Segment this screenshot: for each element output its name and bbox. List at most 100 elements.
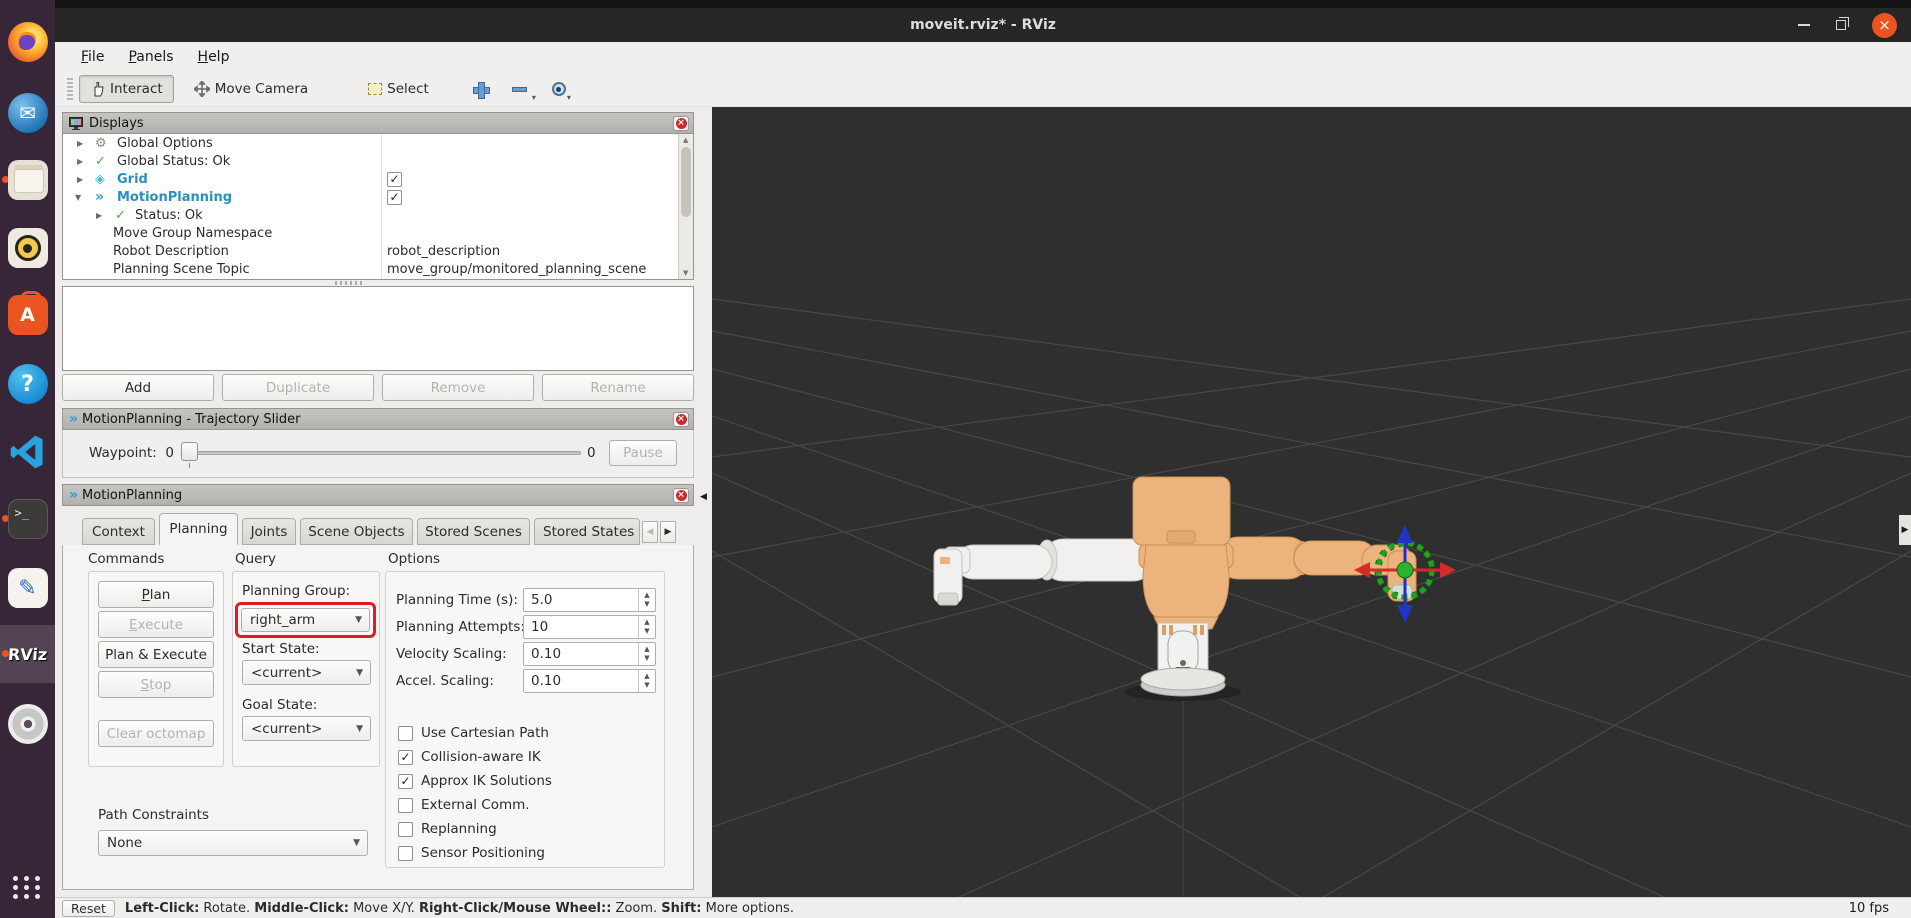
- expander-icon[interactable]: ▼: [75, 193, 81, 202]
- scroll-up-icon[interactable]: ▲: [683, 136, 688, 144]
- tab-scroll-left[interactable]: ◀: [642, 521, 658, 543]
- dock-vscode[interactable]: [0, 426, 55, 478]
- accel-scaling-spinbox[interactable]: 0.10 ▲▼: [523, 669, 656, 693]
- tree-row-grid[interactable]: ▶ ◈ Grid ✓: [63, 170, 693, 188]
- collision-aware-ik-option[interactable]: ✓ Collision-aware IK: [398, 749, 541, 765]
- tab-planning[interactable]: Planning: [159, 513, 238, 545]
- spinner-arrows-icon[interactable]: ▲▼: [638, 643, 655, 665]
- replanning-option[interactable]: Replanning: [398, 821, 497, 837]
- dock-help[interactable]: ?: [0, 358, 55, 410]
- tab-joints[interactable]: Joints: [242, 518, 296, 545]
- motionplanning-panel-header[interactable]: » MotionPlanning: [62, 484, 694, 506]
- sensor-positioning-option[interactable]: Sensor Positioning: [398, 845, 545, 861]
- approx-ik-solutions-option[interactable]: ✓ Approx IK Solutions: [398, 773, 552, 789]
- spinner-arrows-icon[interactable]: ▲▼: [638, 589, 655, 611]
- tree-row-motionplanning[interactable]: ▼ » MotionPlanning ✓: [63, 188, 693, 206]
- planning-group-dropdown[interactable]: right_arm ▼: [241, 608, 370, 632]
- dock-text-editor[interactable]: ✎: [0, 562, 55, 614]
- 3d-viewport[interactable]: [712, 107, 1911, 897]
- minimize-button[interactable]: [1798, 24, 1810, 26]
- expander-icon[interactable]: ▶: [77, 157, 83, 166]
- plan-button[interactable]: Plan: [98, 581, 214, 608]
- trajectory-slider-track[interactable]: [181, 451, 581, 455]
- remove-tool-caret-icon[interactable]: ▾: [532, 93, 536, 102]
- expander-icon[interactable]: ▶: [77, 139, 83, 148]
- dock-rhythmbox[interactable]: [0, 222, 55, 274]
- menu-help[interactable]: Help: [186, 45, 242, 69]
- tab-scene-objects[interactable]: Scene Objects: [300, 518, 413, 545]
- grid-enabled-checkbox[interactable]: ✓: [387, 172, 402, 187]
- focus-tool-caret-icon[interactable]: ▾: [567, 93, 571, 102]
- tab-scroll-right[interactable]: ▶: [660, 521, 676, 543]
- dock-firefox[interactable]: [0, 16, 55, 68]
- external-comm-option[interactable]: External Comm.: [398, 797, 530, 813]
- remove-tool-button[interactable]: [512, 87, 527, 92]
- dock-files[interactable]: [0, 154, 55, 206]
- restore-button[interactable]: [1836, 20, 1846, 30]
- reset-button[interactable]: Reset: [62, 900, 115, 917]
- tree-row-global-status[interactable]: ▶ ✓ Global Status: Ok: [63, 152, 693, 170]
- motionplanning-close-button[interactable]: [673, 488, 689, 503]
- scroll-down-icon[interactable]: ▼: [683, 269, 688, 277]
- clear-octomap-button[interactable]: Clear octomap: [98, 720, 214, 747]
- plan-and-execute-button[interactable]: Plan & Execute: [98, 641, 214, 668]
- displays-close-button[interactable]: [673, 116, 689, 131]
- approx-ik-solutions-checkbox[interactable]: ✓: [398, 774, 413, 789]
- tree-value[interactable]: move_group/monitored_planning_scene: [387, 262, 646, 277]
- pause-button[interactable]: Pause: [609, 440, 677, 466]
- panel-splitter[interactable]: [335, 281, 365, 285]
- planning-attempts-spinbox[interactable]: 10 ▲▼: [523, 615, 656, 639]
- close-button[interactable]: ×: [1872, 13, 1897, 38]
- planning-time-spinbox[interactable]: 5.0 ▲▼: [523, 588, 656, 612]
- interact-tool[interactable]: Interact: [79, 75, 174, 103]
- use-cartesian-path-checkbox[interactable]: [398, 726, 413, 741]
- dock-thunderbird[interactable]: ✉: [0, 87, 55, 139]
- move-camera-tool[interactable]: Move Camera: [184, 75, 318, 103]
- trajectory-panel-header[interactable]: » MotionPlanning - Trajectory Slider: [62, 408, 694, 430]
- replanning-checkbox[interactable]: [398, 822, 413, 837]
- panel-collapse-arrow-left[interactable]: ◀: [700, 488, 712, 506]
- interactive-marker[interactable]: [1354, 525, 1456, 623]
- rename-button[interactable]: Rename: [542, 374, 694, 401]
- add-button[interactable]: Add: [62, 374, 214, 401]
- path-constraints-dropdown[interactable]: None ▼: [98, 830, 368, 856]
- dock-terminal[interactable]: >_: [0, 493, 55, 545]
- expander-icon[interactable]: ▶: [77, 175, 83, 184]
- velocity-scaling-spinbox[interactable]: 0.10 ▲▼: [523, 642, 656, 666]
- select-tool[interactable]: Select: [358, 75, 439, 103]
- use-cartesian-path-option[interactable]: Use Cartesian Path: [398, 725, 549, 741]
- expander-icon[interactable]: ▶: [96, 211, 102, 220]
- trajectory-slider-handle[interactable]: [181, 442, 198, 461]
- menu-file[interactable]: File: [69, 45, 116, 69]
- scroll-thumb[interactable]: [681, 147, 691, 217]
- panel-collapse-arrow-right[interactable]: ▶: [1899, 515, 1911, 545]
- tab-context[interactable]: Context: [82, 518, 155, 545]
- tree-value[interactable]: robot_description: [387, 244, 500, 259]
- tab-stored-scenes[interactable]: Stored Scenes: [417, 518, 530, 545]
- sensor-positioning-checkbox[interactable]: [398, 846, 413, 861]
- tree-row-planning-scene-topic[interactable]: Planning Scene Topic move_group/monitore…: [63, 260, 693, 278]
- marker-center-sphere[interactable]: [1397, 562, 1413, 578]
- tree-row-move-group-namespace[interactable]: Move Group Namespace: [63, 224, 693, 242]
- goal-state-dropdown[interactable]: <current> ▼: [242, 716, 371, 741]
- trajectory-close-button[interactable]: [673, 412, 689, 427]
- collision-aware-ik-checkbox[interactable]: ✓: [398, 750, 413, 765]
- start-state-dropdown[interactable]: <current> ▼: [242, 660, 371, 685]
- tab-stored-states[interactable]: Stored States: [534, 518, 640, 545]
- execute-button[interactable]: Execute: [98, 611, 214, 638]
- dock-ubuntu-software[interactable]: A: [0, 289, 55, 341]
- menu-panels[interactable]: Panels: [116, 45, 185, 69]
- add-tool-button[interactable]: [473, 82, 488, 97]
- tree-row-status-ok[interactable]: ▶ ✓ Status: Ok: [63, 206, 693, 224]
- external-comm-checkbox[interactable]: [398, 798, 413, 813]
- dock-rviz[interactable]: RViz: [0, 625, 55, 683]
- tree-row-robot-description[interactable]: Robot Description robot_description: [63, 242, 693, 260]
- spinner-arrows-icon[interactable]: ▲▼: [638, 670, 655, 692]
- dock-disc[interactable]: [0, 698, 55, 750]
- spinner-arrows-icon[interactable]: ▲▼: [638, 616, 655, 638]
- dock-app-grid[interactable]: [0, 861, 55, 913]
- remove-button[interactable]: Remove: [382, 374, 534, 401]
- stop-button[interactable]: Stop: [98, 671, 214, 698]
- displays-panel-header[interactable]: Displays: [62, 112, 694, 134]
- tree-scrollbar[interactable]: ▲ ▼: [678, 134, 693, 279]
